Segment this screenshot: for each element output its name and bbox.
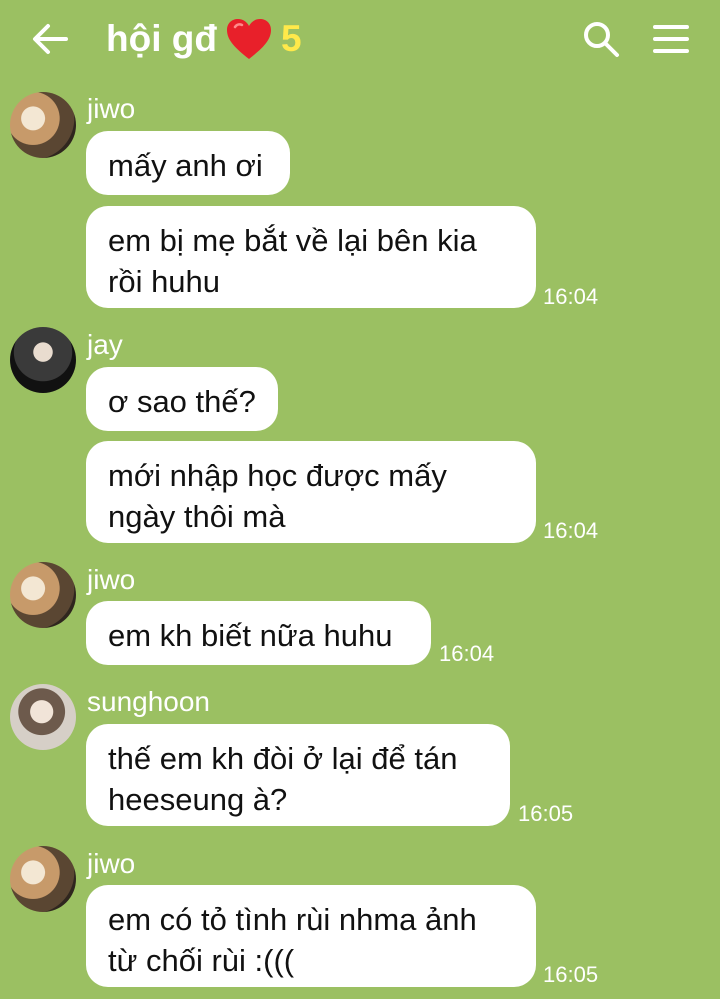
avatar[interactable]	[10, 684, 76, 750]
message-bubble[interactable]: em bị mẹ bắt về lại bên kia rồi huhu	[86, 206, 536, 308]
avatar[interactable]	[10, 562, 76, 628]
message-bubble[interactable]: thế em kh đòi ở lại để tán heeseung à?	[86, 724, 510, 826]
sender-name: jiwo	[87, 93, 136, 124]
chat-header: hội gđ 5	[0, 0, 720, 80]
avatar[interactable]	[10, 846, 76, 912]
message-time: 16:04	[543, 284, 599, 309]
message-bubble[interactable]: ơ sao thế?	[86, 367, 278, 431]
message-time: 16:05	[518, 801, 574, 826]
search-icon[interactable]	[582, 20, 620, 58]
message-time: 16:04	[543, 518, 599, 543]
message-time: 16:04	[439, 641, 495, 666]
back-arrow-icon[interactable]	[30, 22, 70, 56]
avatar[interactable]	[10, 327, 76, 393]
heart-icon	[226, 19, 271, 59]
avatar[interactable]	[10, 92, 76, 158]
sender-name: jiwo	[87, 564, 136, 595]
member-count: 5	[280, 18, 302, 59]
sender-name: sunghoon	[87, 686, 211, 717]
message-time: 16:05	[543, 962, 599, 987]
sender-name: jay	[87, 329, 123, 360]
menu-icon[interactable]	[652, 22, 690, 56]
sender-name: jiwo	[87, 848, 136, 879]
message-bubble[interactable]: mấy anh ơi	[86, 131, 290, 195]
message-bubble[interactable]: em có tỏ tình rùi nhma ảnh từ chối rùi :…	[86, 885, 536, 987]
message-bubble[interactable]: em kh biết nữa huhu	[86, 601, 431, 665]
chat-title: hội gđ 5	[106, 14, 302, 64]
group-name: hội gđ	[106, 18, 217, 59]
message-bubble[interactable]: mới nhập học được mấy ngày thôi mà	[86, 441, 536, 543]
